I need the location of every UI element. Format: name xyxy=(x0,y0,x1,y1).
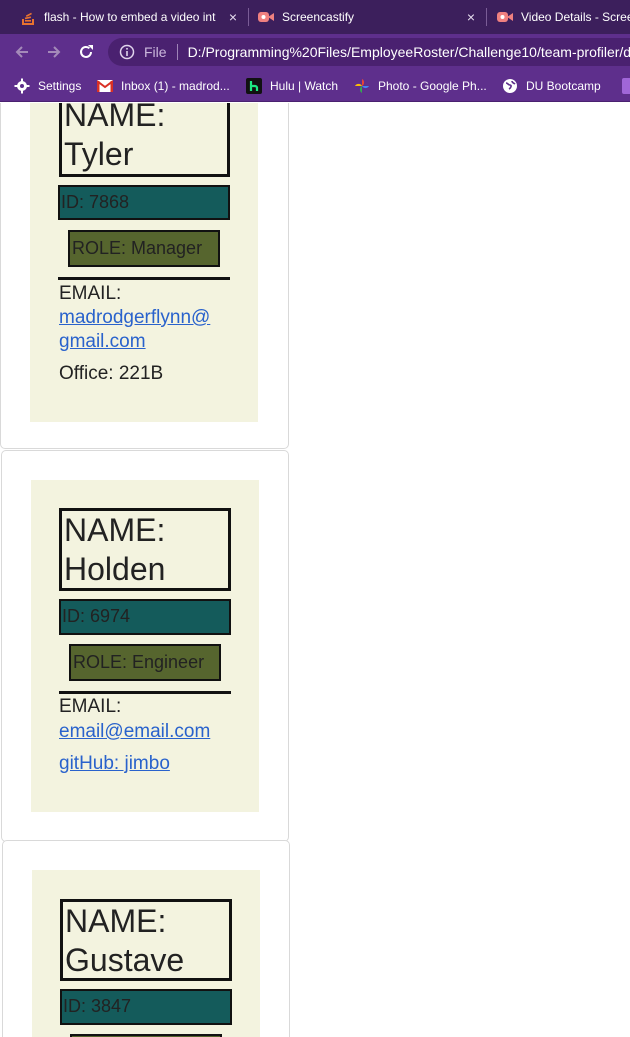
email-label: EMAIL: xyxy=(59,696,122,717)
tab-screencastify[interactable]: Screencastify × xyxy=(258,0,483,34)
employee-role: ROLE: Engineer xyxy=(69,644,221,681)
bookmark-overflow[interactable] xyxy=(620,70,630,101)
email-link[interactable]: email@email.com xyxy=(59,720,210,744)
name-line: NAME: xyxy=(64,103,166,133)
screencastify-icon xyxy=(258,9,274,25)
hulu-icon xyxy=(246,78,262,94)
bookmark-label: Inbox (1) - madrod... xyxy=(121,79,230,93)
gmail-icon xyxy=(97,78,113,94)
google-photos-icon xyxy=(354,78,370,94)
globe-icon xyxy=(502,78,518,94)
tab-title: flash - How to embed a video int xyxy=(44,10,216,24)
employee-id: ID: 3847 xyxy=(60,989,232,1025)
employee-name: NAME: Gustave xyxy=(60,899,232,981)
url-text[interactable]: D:/Programming%20Files/EmployeeRoster/Ch… xyxy=(188,44,630,60)
employee-role: ROLE: Manager xyxy=(68,230,220,267)
employee-name: NAME: Holden xyxy=(59,508,231,591)
page-viewport: NAME: Tyler ID: 7868 ROLE: Manager EMAIL… xyxy=(0,103,630,1037)
divider xyxy=(59,691,231,694)
forward-button[interactable] xyxy=(42,40,66,64)
bookmark-inbox[interactable]: Inbox (1) - madrod... xyxy=(97,70,230,101)
address-bar[interactable]: File D:/Programming%20Files/EmployeeRost… xyxy=(108,38,630,66)
bookmark-hulu[interactable]: Hulu | Watch xyxy=(246,70,339,101)
omnibox-separator xyxy=(176,44,178,60)
tab-title: Screencastify xyxy=(282,10,355,24)
employee-id: ID: 6974 xyxy=(59,599,231,635)
name-line: NAME: xyxy=(65,903,167,939)
bookmark-folder-icon xyxy=(620,78,630,94)
close-tab-icon[interactable]: × xyxy=(225,9,241,25)
bookmark-google-photos[interactable]: Photo - Google Ph... xyxy=(354,70,487,101)
name-line: Holden xyxy=(64,551,166,587)
gear-icon xyxy=(14,78,30,94)
stackoverflow-icon xyxy=(20,9,36,25)
email-label: EMAIL: xyxy=(59,283,122,304)
tab-title: Video Details - Scree xyxy=(521,10,630,24)
github-link[interactable]: gitHub: jimbo xyxy=(59,752,170,776)
employee-id: ID: 7868 xyxy=(58,185,230,220)
info-icon[interactable] xyxy=(118,43,136,61)
tab-flash-embed[interactable]: flash - How to embed a video int × xyxy=(20,0,245,34)
name-line: Gustave xyxy=(65,942,185,978)
tab-video-details[interactable]: Video Details - Scree xyxy=(497,0,630,34)
back-button[interactable] xyxy=(10,40,34,64)
close-tab-icon[interactable]: × xyxy=(463,9,479,25)
email-link-line[interactable]: madrodgerflynn@ xyxy=(59,306,210,330)
bookmark-settings[interactable]: Settings xyxy=(14,70,82,101)
bookmark-label: Settings xyxy=(38,79,82,93)
employee-name: NAME: Tyler xyxy=(59,103,230,177)
file-scheme-label: File xyxy=(144,44,167,60)
screencastify-icon xyxy=(497,9,513,25)
bookmark-label: Photo - Google Ph... xyxy=(378,79,487,93)
tab-strip: flash - How to embed a video int × Scree… xyxy=(0,0,630,34)
tab-separator xyxy=(248,8,249,26)
bookmark-du-bootcamp[interactable]: DU Bootcamp xyxy=(502,70,601,101)
divider xyxy=(58,277,230,280)
email-link-line[interactable]: gmail.com xyxy=(59,330,146,354)
reload-button[interactable] xyxy=(74,40,98,64)
office-number: Office: 221B xyxy=(59,363,164,384)
tab-separator xyxy=(486,8,487,26)
bookmarks-bar: Settings Inbox (1) - madrod... Hulu | Wa… xyxy=(0,70,630,102)
bookmark-label: Hulu | Watch xyxy=(270,79,339,93)
browser-toolbar: File D:/Programming%20Files/EmployeeRost… xyxy=(0,34,630,70)
name-line: NAME: xyxy=(64,512,166,548)
bookmark-label: DU Bootcamp xyxy=(526,79,601,93)
name-line: Tyler xyxy=(64,136,134,172)
